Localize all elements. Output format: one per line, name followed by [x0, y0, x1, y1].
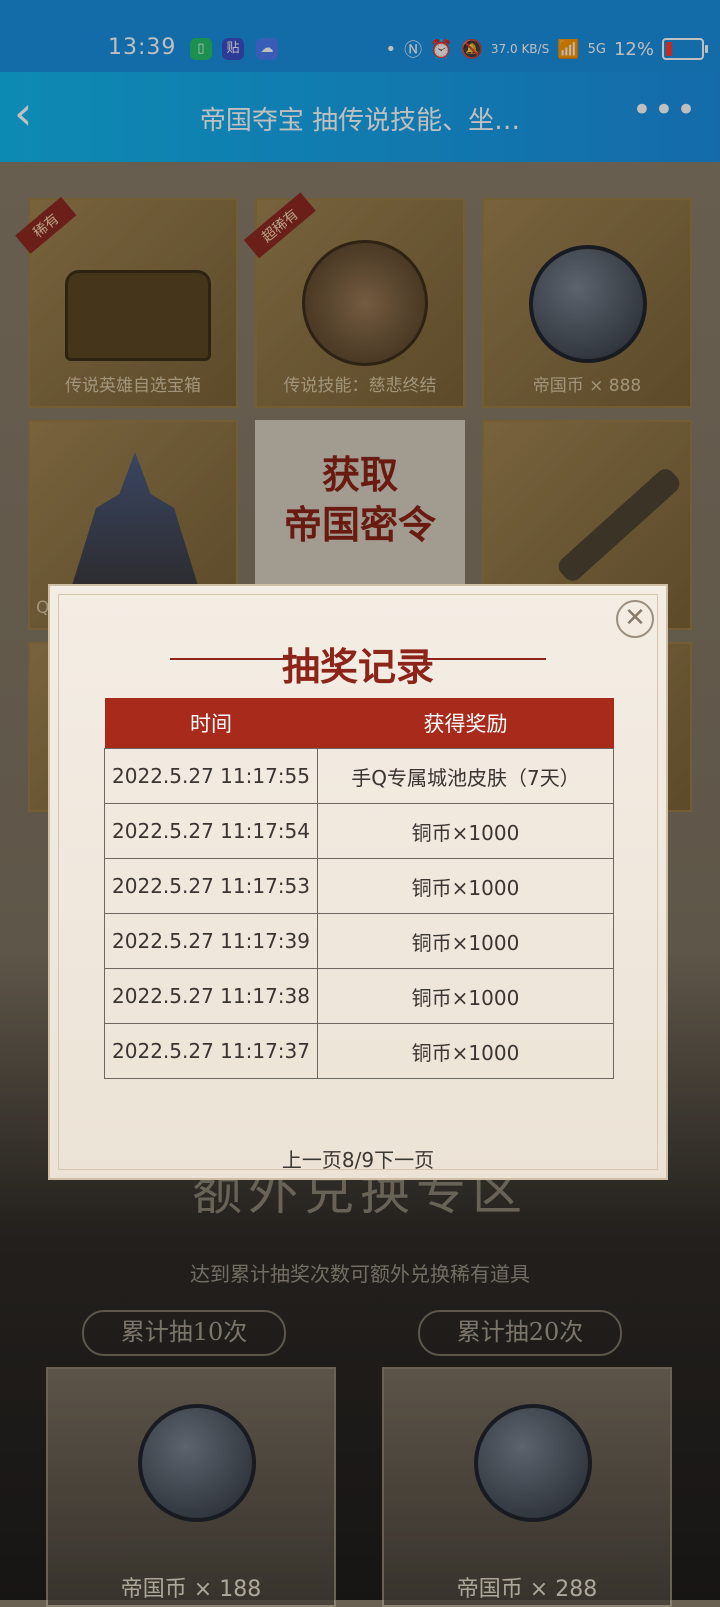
draw-record-modal: ✕ 抽奖记录 时间 获得奖励 2022.5.27 11:17:55 手Q专属城池… [48, 584, 668, 1180]
row-time: 2022.5.27 11:17:54 [104, 803, 318, 859]
row-time: 2022.5.27 11:17:37 [104, 1023, 318, 1079]
row-reward: 铜币×1000 [317, 913, 614, 969]
row-reward: 手Q专属城池皮肤（7天） [317, 748, 614, 804]
row-time: 2022.5.27 11:17:39 [104, 913, 318, 969]
row-reward: 铜币×1000 [317, 1023, 614, 1079]
table-row: 2022.5.27 11:17:55 手Q专属城池皮肤（7天） [104, 748, 614, 804]
table-row: 2022.5.27 11:17:39 铜币×1000 [104, 913, 614, 969]
record-table: 时间 获得奖励 2022.5.27 11:17:55 手Q专属城池皮肤（7天） … [104, 698, 614, 1079]
row-time: 2022.5.27 11:17:38 [104, 968, 318, 1024]
row-time: 2022.5.27 11:17:55 [104, 748, 318, 804]
row-time: 2022.5.27 11:17:53 [104, 858, 318, 914]
row-reward: 铜币×1000 [317, 858, 614, 914]
table-row: 2022.5.27 11:17:54 铜币×1000 [104, 803, 614, 859]
table-header-row: 时间 获得奖励 [104, 698, 614, 749]
table-row: 2022.5.27 11:17:37 铜币×1000 [104, 1023, 614, 1079]
table-row: 2022.5.27 11:17:38 铜币×1000 [104, 968, 614, 1024]
header-reward: 获得奖励 [317, 698, 614, 749]
table-row: 2022.5.27 11:17:53 铜币×1000 [104, 858, 614, 914]
pagination: 上一页8/9下一页 [50, 1144, 666, 1173]
close-button[interactable]: ✕ [616, 600, 654, 638]
close-icon: ✕ [624, 603, 646, 633]
modal-title: 抽奖记录 [281, 644, 434, 689]
title-decoration-right [426, 658, 546, 660]
row-reward: 铜币×1000 [317, 968, 614, 1024]
header-time: 时间 [104, 698, 318, 749]
page-indicator: 8/9 [341, 1148, 375, 1172]
prev-page-link[interactable]: 上一页 [282, 1148, 342, 1172]
row-reward: 铜币×1000 [317, 803, 614, 859]
next-page-link[interactable]: 下一页 [374, 1148, 434, 1172]
